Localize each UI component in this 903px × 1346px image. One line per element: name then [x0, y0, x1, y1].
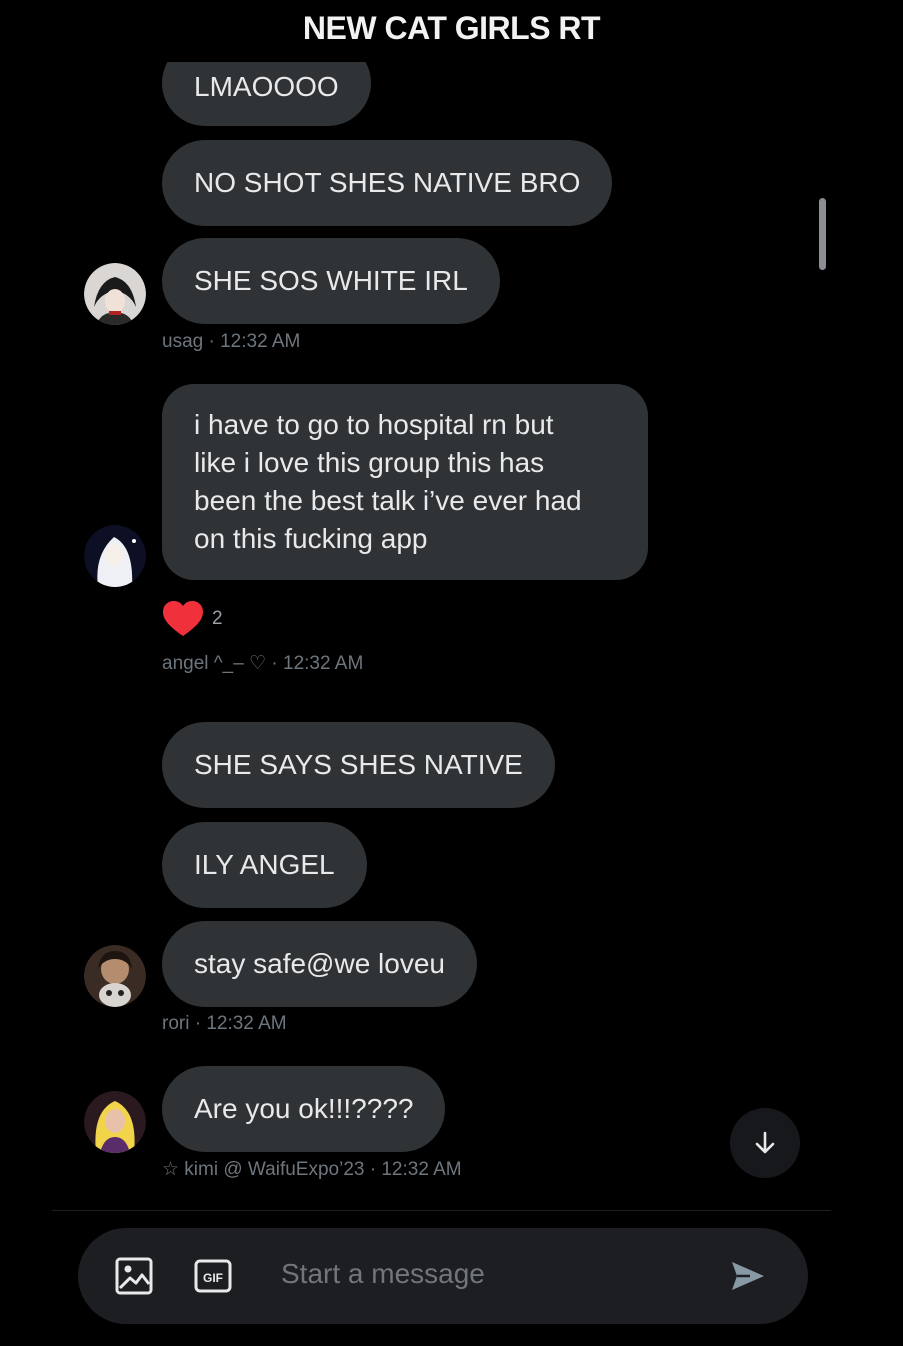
- avatar-angel[interactable]: [84, 525, 146, 587]
- message-reaction[interactable]: 2: [162, 600, 223, 638]
- heart-icon: [163, 601, 203, 636]
- message-text: stay safe@we loveu: [194, 948, 445, 979]
- conversation-header: NEW CAT GIRLS RT: [0, 0, 903, 62]
- message-meta: angel ^_– ♡ · 12:32 AM: [162, 653, 364, 674]
- message-meta: ☆ kimi @ WaifuExpo’23 · 12:32 AM: [162, 1159, 462, 1180]
- scroll-to-bottom-button[interactable]: [730, 1108, 800, 1178]
- message-bubble[interactable]: NO SHOT SHES NATIVE BRO: [162, 140, 613, 226]
- message-meta: usag · 12:32 AM: [162, 331, 301, 352]
- add-image-button[interactable]: [114, 1256, 154, 1296]
- message-text-line: i have to go to hospital rn but: [194, 409, 554, 440]
- avatar-image: [84, 1091, 146, 1153]
- conversation-title[interactable]: NEW CAT GIRLS RT: [0, 10, 903, 47]
- avatar-image: [84, 263, 146, 325]
- avatar-kimi[interactable]: [84, 1091, 146, 1153]
- image-icon: [115, 1257, 153, 1295]
- message-text: SHE SAYS SHES NATIVE: [194, 749, 523, 780]
- scrollbar-thumb[interactable]: [819, 198, 826, 270]
- message-text: LMAOOOO: [194, 71, 339, 102]
- avatar-image: [84, 945, 146, 1007]
- send-icon: [732, 1262, 764, 1290]
- message-meta: rori · 12:32 AM: [162, 1013, 287, 1034]
- message-bubble[interactable]: Are you ok!!!????: [162, 1066, 446, 1152]
- message-text: Are you ok!!!????: [194, 1093, 414, 1124]
- message-text-line: like i love this group this has: [194, 447, 545, 478]
- message-text: ILY ANGEL: [194, 849, 335, 880]
- send-button[interactable]: [728, 1256, 768, 1296]
- message-text: SHE SOS WHITE IRL: [194, 265, 468, 296]
- message-bubble[interactable]: ILY ANGEL: [162, 822, 367, 908]
- message-bubble[interactable]: SHE SAYS SHES NATIVE: [162, 722, 555, 808]
- message-text-line: on this fucking app: [194, 523, 428, 554]
- message-text-line: been the best talk i’ve ever had: [194, 485, 582, 516]
- message-bubble[interactable]: i have to go to hospital rn but like i l…: [162, 384, 648, 580]
- add-gif-button[interactable]: GIF: [193, 1256, 233, 1296]
- avatar-image: [84, 525, 146, 587]
- message-bubble[interactable]: stay safe@we loveu: [162, 921, 477, 1007]
- message-input[interactable]: [281, 1258, 701, 1290]
- avatar-usag[interactable]: [84, 263, 146, 325]
- avatar-rori[interactable]: [84, 945, 146, 1007]
- gif-icon: GIF: [194, 1259, 232, 1293]
- composer-divider: [52, 1210, 831, 1211]
- svg-text:GIF: GIF: [203, 1271, 223, 1285]
- arrow-down-icon: [755, 1131, 775, 1154]
- message-composer: GIF: [78, 1228, 808, 1324]
- message-bubble[interactable]: SHE SOS WHITE IRL: [162, 238, 500, 324]
- reaction-count: 2: [212, 608, 223, 629]
- message-text: NO SHOT SHES NATIVE BRO: [194, 167, 581, 198]
